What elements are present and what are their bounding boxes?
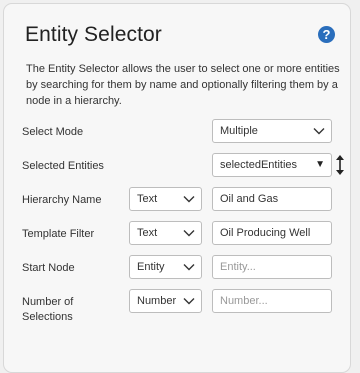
number-of-selections-input-placeholder: Number... xyxy=(220,295,268,307)
resize-vertical-icon[interactable] xyxy=(334,154,346,176)
hierarchy-name-label: Hierarchy Name xyxy=(22,194,102,206)
number-of-selections-label-line1: Number of xyxy=(22,296,74,308)
template-filter-input-value: Oil Producing Well xyxy=(220,227,311,239)
template-filter-input[interactable]: Oil Producing Well xyxy=(212,221,332,245)
number-of-selections-type-dropdown[interactable]: Number xyxy=(129,289,202,313)
select-mode-label: Select Mode xyxy=(22,126,84,138)
chevron-down-icon xyxy=(183,298,195,305)
selected-entities-dropdown[interactable]: selectedEntities ▼ xyxy=(212,153,332,177)
start-node-type-value: Entity xyxy=(137,261,165,273)
number-of-selections-type-value: Number xyxy=(137,295,177,307)
start-node-input-placeholder: Entity... xyxy=(220,261,256,273)
select-mode-value: Multiple xyxy=(220,125,258,137)
chevron-down-icon xyxy=(183,196,195,203)
hierarchy-name-type-value: Text xyxy=(137,193,158,205)
chevron-down-icon xyxy=(183,230,195,237)
caret-down-icon: ▼ xyxy=(315,159,325,170)
chevron-down-icon xyxy=(313,128,325,135)
select-mode-dropdown[interactable]: Multiple xyxy=(212,119,332,143)
panel-description: The Entity Selector allows the user to s… xyxy=(26,63,340,107)
selected-entities-value: selectedEntities xyxy=(220,159,298,171)
selected-entities-label: Selected Entities xyxy=(22,160,104,172)
hierarchy-name-input[interactable]: Oil and Gas xyxy=(212,187,332,211)
hierarchy-name-type-dropdown[interactable]: Text xyxy=(129,187,202,211)
number-of-selections-input[interactable]: Number... xyxy=(212,289,332,313)
start-node-input[interactable]: Entity... xyxy=(212,255,332,279)
start-node-label: Start Node xyxy=(22,262,75,274)
start-node-type-dropdown[interactable]: Entity xyxy=(129,255,202,279)
help-icon[interactable]: ? xyxy=(318,26,335,43)
hierarchy-name-input-value: Oil and Gas xyxy=(220,193,279,205)
chevron-down-icon xyxy=(183,264,195,271)
number-of-selections-label-line2: Selections xyxy=(22,311,73,323)
template-filter-type-dropdown[interactable]: Text xyxy=(129,221,202,245)
panel-title: Entity Selector xyxy=(25,23,162,46)
template-filter-label: Template Filter xyxy=(22,228,95,240)
template-filter-type-value: Text xyxy=(137,227,158,239)
